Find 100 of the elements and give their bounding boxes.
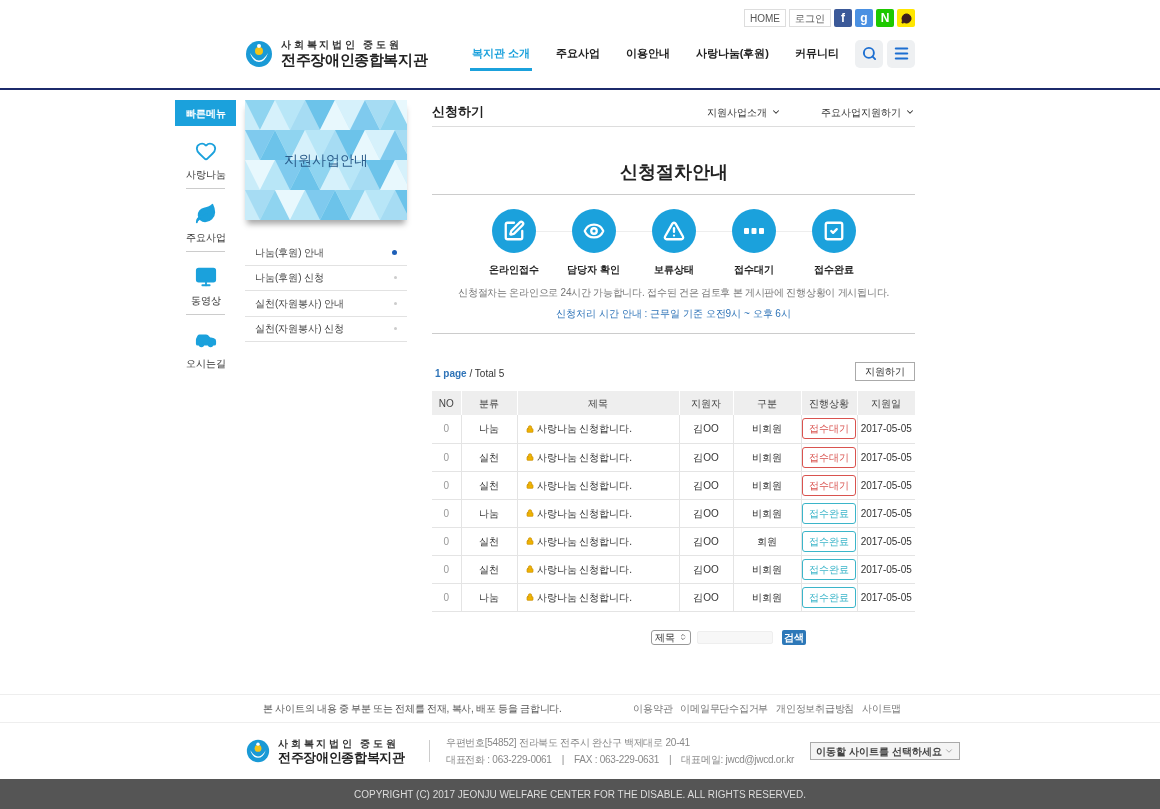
- contact-text: 대표메일: jwcd@jwcd.or.kr: [681, 753, 795, 767]
- table-cell: 2017-05-05: [857, 443, 915, 471]
- footer-link[interactable]: 개인정보취급방침: [776, 701, 854, 716]
- table-cell: 김OO: [679, 499, 733, 527]
- address-text: 우편번호[54852] 전라북도 전주시 완산구 백제대로 20-41: [445, 736, 691, 750]
- table-cell: 2017-05-05: [857, 499, 915, 527]
- title-link[interactable]: 사랑나눔 신청합니다.: [517, 555, 679, 583]
- table-cell: 0: [432, 555, 461, 583]
- page-title: 신청하기: [432, 103, 484, 122]
- notice-text: 신청절차는 온라인으로 24시간 가능합니다. 접수된 건은 검토후 본 게시판에 진행상황이 게시됩니다.: [457, 286, 890, 300]
- status-badge: 접수완료: [802, 558, 856, 580]
- table-cell: 비회원: [733, 471, 801, 499]
- contact-text: |: [669, 753, 672, 767]
- quick-menu-item[interactable]: 주요사업: [186, 189, 225, 252]
- column-header: 분류: [461, 391, 517, 415]
- contact-text: |: [561, 753, 564, 767]
- site-select[interactable]: 이동할 사이트를 선택하세요: [810, 742, 960, 760]
- table-cell: 김OO: [679, 471, 733, 499]
- logo-name: 전주장애인종합복지관: [281, 52, 428, 68]
- facebook-button[interactable]: f: [834, 9, 852, 27]
- status-badge: 접수대기: [802, 474, 856, 496]
- table-cell: 비회원: [733, 555, 801, 583]
- table-cell: 실천: [461, 527, 517, 555]
- footer-link[interactable]: 이용약관: [633, 701, 673, 716]
- table-cell: 나눔: [461, 415, 517, 443]
- nav-tab[interactable]: 주요사업: [553, 37, 602, 71]
- copyright-text: COPYRIGHT (C) 2017 JEONJU WELFARE CENTER FOR THE DISABLE. ALL RIGHTS RESERVED.: [354, 787, 806, 802]
- table-cell: 0: [432, 499, 461, 527]
- table-cell: 비회원: [733, 415, 801, 443]
- table-cell: 0: [432, 471, 461, 499]
- step-label: 보류상태: [653, 263, 694, 277]
- breadcrumb-dropdown[interactable]: 주요사업지원하기: [821, 104, 915, 120]
- side-menu-item[interactable]: 나눔(후원) 신청: [245, 265, 407, 291]
- table-cell: 0: [432, 583, 461, 611]
- table-cell: 2017-05-05: [857, 583, 915, 611]
- nav-tab[interactable]: 커뮤니티: [793, 37, 841, 71]
- status-badge: 접수완료: [802, 502, 856, 524]
- table-cell: 2017-05-05: [857, 415, 915, 443]
- footer-link[interactable]: 이메일무단수집거부: [680, 701, 768, 716]
- search-type-select[interactable]: 제목: [651, 629, 691, 645]
- table-cell: 0: [432, 415, 461, 443]
- table-cell: 2017-05-05: [857, 471, 915, 499]
- contact-text: 대표전화 : 063-229-0061: [445, 753, 552, 767]
- table-cell: 0: [432, 527, 461, 555]
- column-header: 구분: [733, 391, 801, 415]
- title-link[interactable]: 사랑나눔 신청합니다.: [517, 499, 679, 527]
- table-cell: 비회원: [733, 443, 801, 471]
- table-cell: 비회원: [733, 583, 801, 611]
- status-badge: 접수완료: [802, 530, 856, 552]
- title-link[interactable]: 사랑나눔 신청합니다.: [517, 415, 679, 443]
- column-header: 지원일: [857, 391, 915, 415]
- side-menu-item[interactable]: 실천(자원봉사) 신청: [245, 316, 407, 342]
- column-header: 진행상황: [801, 391, 857, 415]
- title-link[interactable]: 사랑나눔 신청합니다.: [517, 443, 679, 471]
- quick-menu-title: 빠른메뉴: [175, 100, 236, 126]
- title-link[interactable]: 사랑나눔 신청합니다.: [517, 583, 679, 611]
- footer-link[interactable]: 사이트맵: [862, 701, 901, 716]
- table-cell: 김OO: [679, 583, 733, 611]
- table-cell: 실천: [461, 471, 517, 499]
- side-menu-item[interactable]: 실천(자원봉사) 안내: [245, 291, 407, 317]
- title-link[interactable]: 사랑나눔 신청합니다.: [517, 527, 679, 555]
- page-indicator: 1 page: [435, 368, 467, 379]
- table-cell: 회원: [733, 527, 801, 555]
- table-cell: 김OO: [679, 415, 733, 443]
- quick-menu-item[interactable]: 동영상: [186, 252, 225, 315]
- step-label: 온라인접수: [488, 263, 539, 277]
- contact-text: FAX : 063-229-0631: [574, 753, 659, 767]
- step-label: 접수완료: [813, 263, 854, 277]
- logo-subtitle: 사 회 복 지 법 인 중 도 원: [278, 738, 397, 749]
- status-badge: 접수대기: [802, 418, 856, 440]
- banner-title: 지원사업안내: [284, 150, 368, 170]
- status-badge: 접수완료: [802, 586, 856, 608]
- table-cell: 실천: [461, 443, 517, 471]
- hours-text: 신청처리 시간 안내 : 근무일 기준 오전9시 ~ 오후 6시: [432, 306, 915, 334]
- table-cell: 김OO: [679, 443, 733, 471]
- copyright-notice: 본 사이트의 내용 중 부분 또는 전체를 전재, 복사, 배포 등을 금합니다.: [263, 702, 562, 716]
- column-header: NO: [432, 391, 461, 415]
- top-link[interactable]: HOME: [744, 9, 786, 27]
- quick-menu-item[interactable]: 사랑나눔: [186, 126, 225, 189]
- apply-button[interactable]: 지원하기: [855, 362, 915, 381]
- top-link[interactable]: 로그인: [789, 9, 831, 27]
- logo-name: 전주장애인종합복지관: [278, 750, 405, 764]
- section-title: 신청절차안내: [432, 159, 915, 195]
- table-cell: 비회원: [733, 499, 801, 527]
- column-header: 제목: [517, 391, 679, 415]
- table-cell: 김OO: [679, 555, 733, 583]
- quick-menu-item[interactable]: 오시는길: [186, 315, 225, 377]
- search-submit-button[interactable]: 검색: [782, 629, 806, 645]
- step-label: 접수대기: [733, 263, 774, 277]
- nav-tab[interactable]: 사랑나눔(후원): [693, 37, 771, 71]
- column-header: 지원자: [679, 391, 733, 415]
- table-cell: 나눔: [461, 499, 517, 527]
- side-menu-item[interactable]: 나눔(후원) 안내: [245, 240, 407, 266]
- status-badge: 접수대기: [802, 446, 856, 468]
- step-label: 담당자 확인: [567, 263, 620, 277]
- table-cell: 0: [432, 443, 461, 471]
- nav-tab[interactable]: 이용안내: [623, 37, 672, 71]
- title-link[interactable]: 사랑나눔 신청합니다.: [517, 471, 679, 499]
- breadcrumb-dropdown[interactable]: 지원사업소개: [707, 104, 781, 120]
- table-cell: 실천: [461, 555, 517, 583]
